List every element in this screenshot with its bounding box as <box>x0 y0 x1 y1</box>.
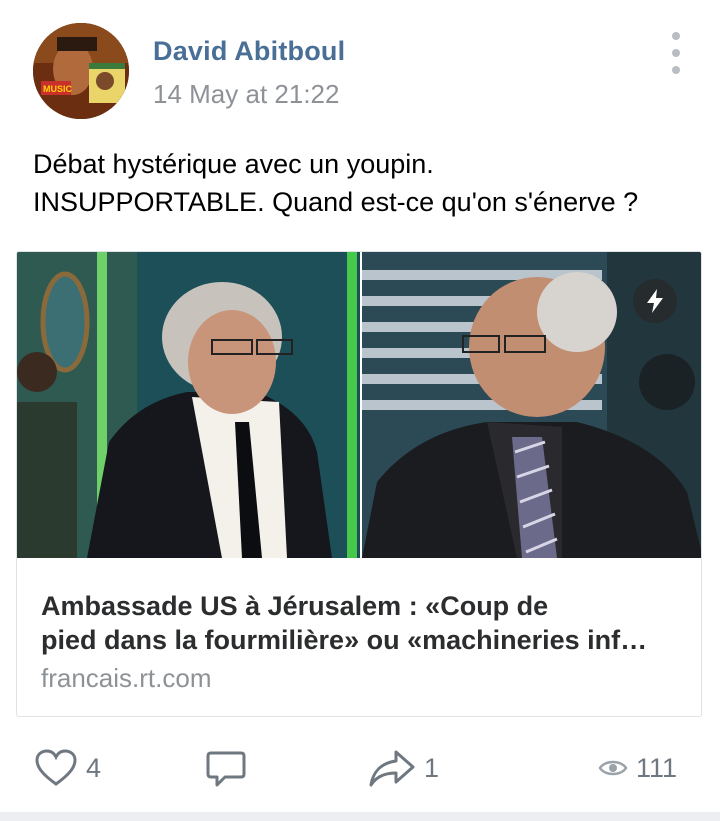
author-name[interactable]: David Abitboul <box>153 36 345 67</box>
link-card-title-line-2: pied dans la fourmilière» ou «machinerie… <box>41 625 648 655</box>
like-count: 4 <box>86 752 102 783</box>
views-counter: 111 <box>598 745 677 791</box>
link-card-domain: francais.rt.com <box>41 663 212 693</box>
avatar-image: MUSIC <box>33 23 129 119</box>
like-button[interactable]: 4 <box>34 745 101 791</box>
post-timestamp[interactable]: 14 May at 21:22 <box>153 79 339 110</box>
link-card-title[interactable]: Ambassade US à Jérusalem : «Coup de pied… <box>41 589 681 657</box>
link-card-image[interactable] <box>17 252 701 558</box>
link-card-title-line-1: Ambassade US à Jérusalem : «Coup de <box>41 591 549 621</box>
share-count: 1 <box>424 752 440 783</box>
eye-icon <box>598 760 628 776</box>
post-actions-bar: 4 1 111 <box>0 745 720 795</box>
post-text-line-1: Débat hystérique avec un youpin. <box>33 149 434 179</box>
post-text-line-2: INSUPPORTABLE. Quand est-ce qu'on s'éner… <box>33 187 639 217</box>
avatar-label: MUSIC <box>43 84 73 94</box>
comment-button[interactable] <box>205 745 247 791</box>
link-card[interactable]: Ambassade US à Jérusalem : «Coup de pied… <box>16 251 702 717</box>
heart-icon <box>35 749 77 786</box>
more-options-icon[interactable] <box>664 32 688 74</box>
comment-icon <box>206 751 246 787</box>
view-count: 111 <box>636 752 678 783</box>
share-button[interactable]: 1 <box>368 745 439 791</box>
avatar[interactable]: MUSIC <box>33 23 129 119</box>
lightning-icon[interactable] <box>633 279 677 323</box>
post-text: Débat hystérique avec un youpin. INSUPPO… <box>33 145 693 221</box>
debate-photo <box>17 252 701 558</box>
share-icon <box>369 750 415 787</box>
bottom-divider <box>0 812 720 821</box>
